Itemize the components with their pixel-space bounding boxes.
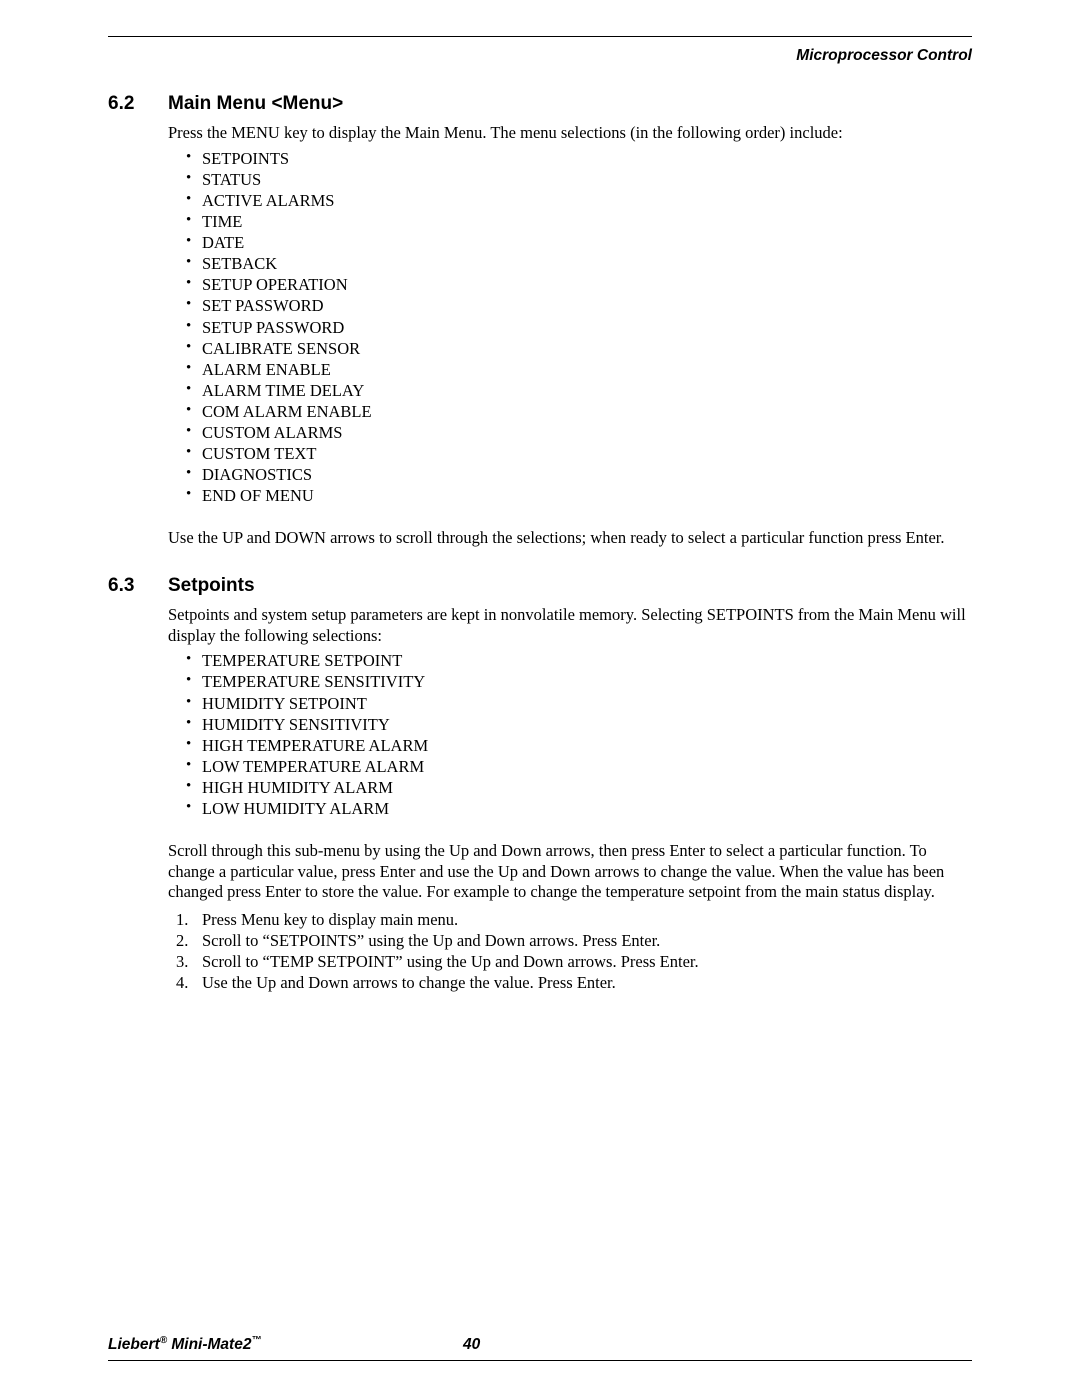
list-item: STATUS — [168, 169, 972, 190]
section-6-2-body: Press the MENU key to display the Main M… — [168, 123, 972, 549]
product-name: Liebert® Mini-Mate2™ — [108, 1335, 261, 1354]
list-item: CALIBRATE SENSOR — [168, 338, 972, 359]
list-item: SETUP PASSWORD — [168, 317, 972, 338]
page-number: 40 — [463, 1336, 480, 1354]
section-title: Main Menu <Menu> — [168, 93, 343, 115]
product-suffix: Mini-Mate2 — [167, 1336, 251, 1353]
list-item: ACTIVE ALARMS — [168, 190, 972, 211]
list-item: LOW HUMIDITY ALARM — [168, 798, 972, 819]
setpoints-list: TEMPERATURE SETPOINT TEMPERATURE SENSITI… — [168, 650, 972, 819]
paragraph: Use the UP and DOWN arrows to scroll thr… — [168, 528, 972, 549]
product-prefix: Liebert — [108, 1336, 160, 1353]
paragraph: Scroll through this sub-menu by using th… — [168, 841, 972, 903]
list-item: HUMIDITY SETPOINT — [168, 693, 972, 714]
list-item: DIAGNOSTICS — [168, 464, 972, 485]
list-item: SET PASSWORD — [168, 295, 972, 316]
registered-icon: ® — [160, 1335, 167, 1346]
paragraph: Press the MENU key to display the Main M… — [168, 123, 972, 144]
list-item: COM ALARM ENABLE — [168, 401, 972, 422]
list-item: Press Menu key to display main menu. — [168, 909, 972, 930]
section-number: 6.3 — [108, 575, 168, 597]
list-item: Use the Up and Down arrows to change the… — [168, 972, 972, 993]
section-6-2-heading: 6.2 Main Menu <Menu> — [108, 93, 972, 115]
list-item: CUSTOM TEXT — [168, 443, 972, 464]
section-number: 6.2 — [108, 93, 168, 115]
list-item: HIGH TEMPERATURE ALARM — [168, 735, 972, 756]
list-item: END OF MENU — [168, 485, 972, 506]
page-frame: Microprocessor Control 6.2 Main Menu <Me… — [108, 36, 972, 1361]
list-item: ALARM ENABLE — [168, 359, 972, 380]
list-item: LOW TEMPERATURE ALARM — [168, 756, 972, 777]
paragraph: Setpoints and system setup parameters ar… — [168, 605, 972, 646]
trademark-icon: ™ — [251, 1335, 261, 1346]
menu-list: SETPOINTS STATUS ACTIVE ALARMS TIME DATE… — [168, 148, 972, 507]
list-item: HIGH HUMIDITY ALARM — [168, 777, 972, 798]
list-item: SETBACK — [168, 253, 972, 274]
page-footer: Liebert® Mini-Mate2™ 40 — [108, 1335, 972, 1354]
section-6-3-body: Setpoints and system setup parameters ar… — [168, 605, 972, 993]
list-item: Scroll to “TEMP SETPOINT” using the Up a… — [168, 951, 972, 972]
list-item: TEMPERATURE SENSITIVITY — [168, 671, 972, 692]
list-item: CUSTOM ALARMS — [168, 422, 972, 443]
steps-list: Press Menu key to display main menu. Scr… — [168, 909, 972, 993]
section-title: Setpoints — [168, 575, 255, 597]
list-item: DATE — [168, 232, 972, 253]
list-item: HUMIDITY SENSITIVITY — [168, 714, 972, 735]
list-item: ALARM TIME DELAY — [168, 380, 972, 401]
section-6-3-heading: 6.3 Setpoints — [108, 575, 972, 597]
list-item: SETUP OPERATION — [168, 274, 972, 295]
list-item: TIME — [168, 211, 972, 232]
list-item: TEMPERATURE SETPOINT — [168, 650, 972, 671]
list-item: Scroll to “SETPOINTS” using the Up and D… — [168, 930, 972, 951]
running-header: Microprocessor Control — [108, 47, 972, 65]
list-item: SETPOINTS — [168, 148, 972, 169]
